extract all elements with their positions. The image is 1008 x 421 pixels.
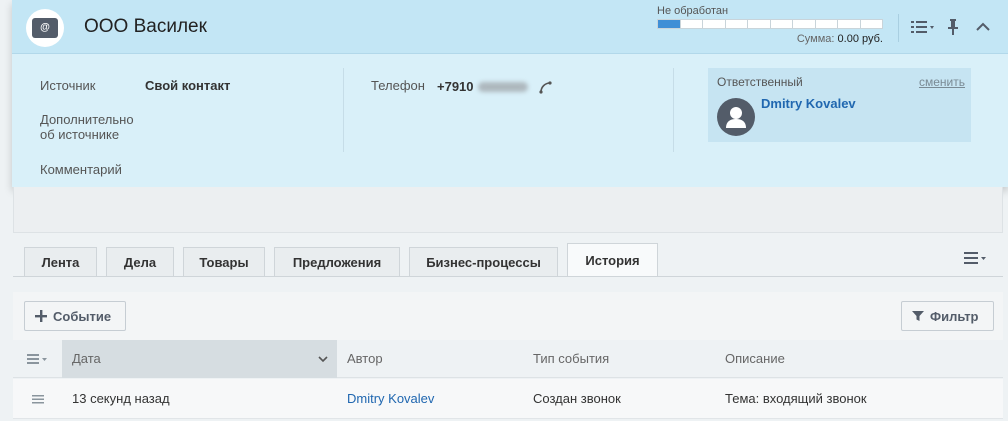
pin-icon [948,19,958,35]
user-silhouette-icon [726,107,746,128]
phone-call-icon[interactable] [538,80,552,94]
pin-button[interactable] [944,16,962,38]
chevron-down-icon [318,356,328,363]
history-grid-header: Дата Автор Тип события Описание [13,340,1003,378]
list-icon [911,21,934,33]
page-title: ООО Василек [84,16,207,37]
company-avatar: @ [26,9,64,47]
tab-business-processes[interactable]: Бизнес-процессы [409,247,558,276]
tabs-divider [13,276,1003,277]
user-avatar-icon [717,98,755,136]
stage-segment[interactable] [658,20,680,28]
stage-segment[interactable] [770,20,792,28]
row-menu-icon [31,394,44,403]
phone-blurred-digits [477,81,528,92]
stage-segment[interactable] [815,20,837,28]
filter-icon [912,311,924,321]
column-header-author[interactable]: Автор [347,340,383,378]
source-details-label-line1: Дополнительно [40,112,134,127]
grid-settings-button[interactable] [13,340,62,378]
stage-segment[interactable] [748,20,770,28]
responsible-name-link[interactable]: Dmitry Kovalev [761,96,856,111]
stage-segment[interactable] [860,20,882,28]
column-header-date[interactable]: Дата [62,340,337,378]
stage-progress-bar[interactable] [657,19,883,29]
lead-card-header: @ ООО Василек Не обработан Сумма: 0.00 р… [12,0,1008,54]
comment-label: Комментарий [40,162,122,177]
source-details-label: Дополнительно об источнике [40,112,134,142]
row-description: Тема: входящий звонок [725,391,867,406]
column-header-description[interactable]: Описание [725,340,785,378]
stage-segment[interactable] [838,20,860,28]
source-value: Свой контакт [145,78,231,93]
chevron-up-icon [976,22,990,31]
phone-label: Телефон [371,78,425,93]
column-divider [673,68,674,152]
sum-label: Сумма: [796,33,835,45]
responsible-label: Ответственный [717,75,803,89]
stage-segment[interactable] [680,20,702,28]
header-divider [898,14,899,42]
add-event-button[interactable]: Событие [24,301,126,331]
lead-card: @ ООО Василек Не обработан Сумма: 0.00 р… [12,0,1008,187]
stage-segment[interactable] [793,20,815,28]
phone-value[interactable]: +7910 [437,79,552,94]
row-date: 13 секунд назад [72,391,170,406]
history-toolbar: Событие Фильтр [13,292,1003,340]
list-menu-button[interactable] [908,16,938,38]
tab-tasks[interactable]: Дела [106,247,174,276]
add-event-label: Событие [53,308,112,324]
source-label: Источник [40,78,96,93]
tab-products[interactable]: Товары [183,247,265,276]
filter-label: Фильтр [930,308,979,324]
hamburger-icon [964,252,986,264]
sum-line: Сумма: 0.00 руб. [657,33,883,45]
column-header-event-type[interactable]: Тип события [533,340,609,378]
column-date-label: Дата [72,351,101,366]
responsible-block: Ответственный сменить Dmitry Kovalev [708,68,971,142]
stage-segment[interactable] [703,20,725,28]
tabs-menu-button[interactable] [964,251,988,268]
stage-label: Не обработан [657,5,729,17]
tab-proposals[interactable]: Предложения [274,247,400,276]
tab-history[interactable]: История [567,243,658,277]
table-row[interactable]: 13 секунд назад Dmitry Kovalev Создан зв… [13,379,1003,419]
grid-menu-icon [26,354,47,364]
company-badge-icon: @ [32,18,58,38]
collapse-button[interactable] [972,16,994,38]
sum-value: 0.00 руб. [837,33,883,45]
phone-number: +7910 [437,79,474,94]
row-event-type: Создан звонок [533,391,621,406]
tab-feed[interactable]: Лента [24,247,97,276]
row-actions-button[interactable] [13,379,62,419]
filter-button[interactable]: Фильтр [901,301,994,331]
source-details-label-line2: об источнике [40,127,120,142]
row-author-link[interactable]: Dmitry Kovalev [347,379,434,419]
card-bottom-panel [13,187,1003,233]
plus-icon [35,310,47,322]
column-divider [343,68,344,152]
stage-segment[interactable] [725,20,747,28]
change-responsible-link[interactable]: сменить [919,75,965,89]
